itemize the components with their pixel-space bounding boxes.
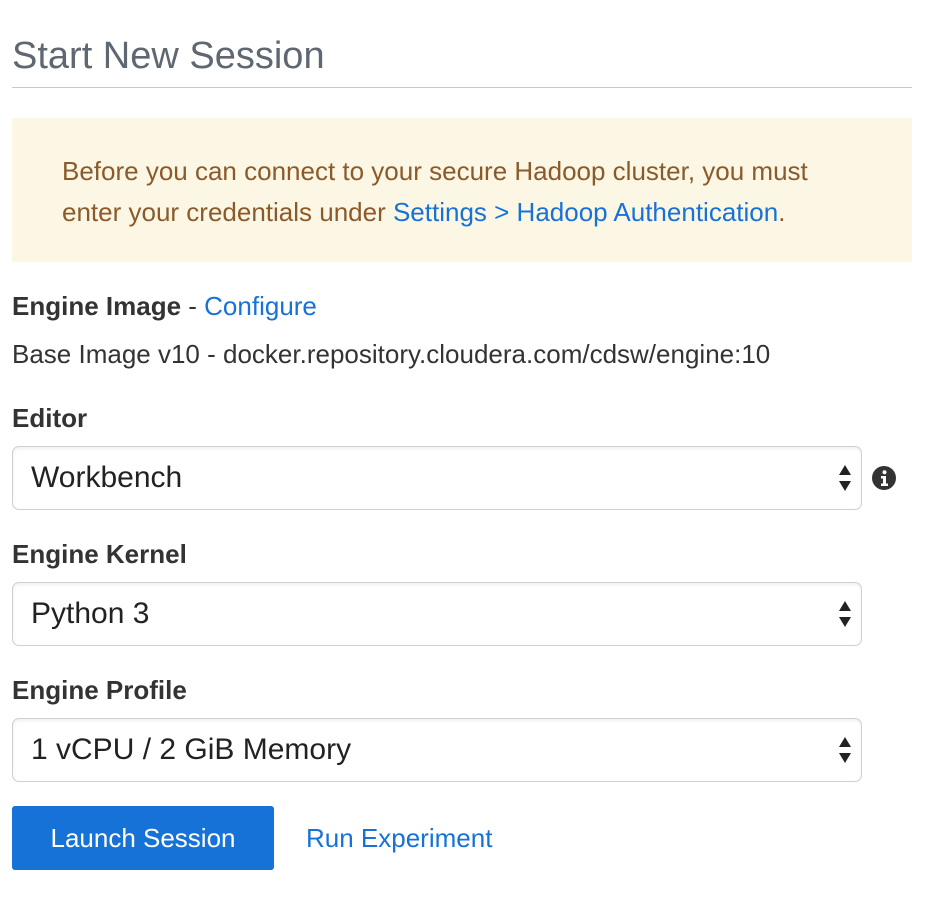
configure-link[interactable]: Configure <box>204 291 317 321</box>
launch-session-button[interactable]: Launch Session <box>12 806 274 870</box>
hadoop-auth-settings-link[interactable]: Settings > Hadoop Authentication <box>393 197 778 227</box>
title-divider <box>12 87 912 88</box>
info-circle-icon[interactable] <box>872 466 896 490</box>
alert-text-end: . <box>778 197 786 227</box>
engine-image-label: Engine Image <box>12 291 182 321</box>
engine-image-separator: - <box>181 291 205 321</box>
engine-profile-label: Engine Profile <box>12 675 187 705</box>
start-session-page: Start New Session Before you can connect… <box>0 0 946 908</box>
engine-kernel-select[interactable]: Python 3 <box>12 582 862 646</box>
run-experiment-link[interactable]: Run Experiment <box>306 806 492 870</box>
page-title: Start New Session <box>12 35 325 77</box>
engine-image-value: Base Image v10 - docker.repository.cloud… <box>12 339 771 369</box>
engine-profile-selected-value: 1 vCPU / 2 GiB Memory <box>31 733 352 766</box>
editor-selected-value: Workbench <box>31 461 183 494</box>
editor-label: Editor <box>12 403 88 433</box>
select-arrows-icon <box>839 601 851 627</box>
engine-kernel-label: Engine Kernel <box>12 539 187 569</box>
engine-image-label-row: Engine Image - Configure <box>12 290 317 322</box>
select-arrows-icon <box>839 737 851 763</box>
editor-select[interactable]: Workbench <box>12 446 862 510</box>
hadoop-auth-alert: Before you can connect to your secure Ha… <box>12 118 912 262</box>
engine-kernel-selected-value: Python 3 <box>31 597 150 630</box>
engine-profile-select[interactable]: 1 vCPU / 2 GiB Memory <box>12 718 862 782</box>
select-arrows-icon <box>839 465 851 491</box>
